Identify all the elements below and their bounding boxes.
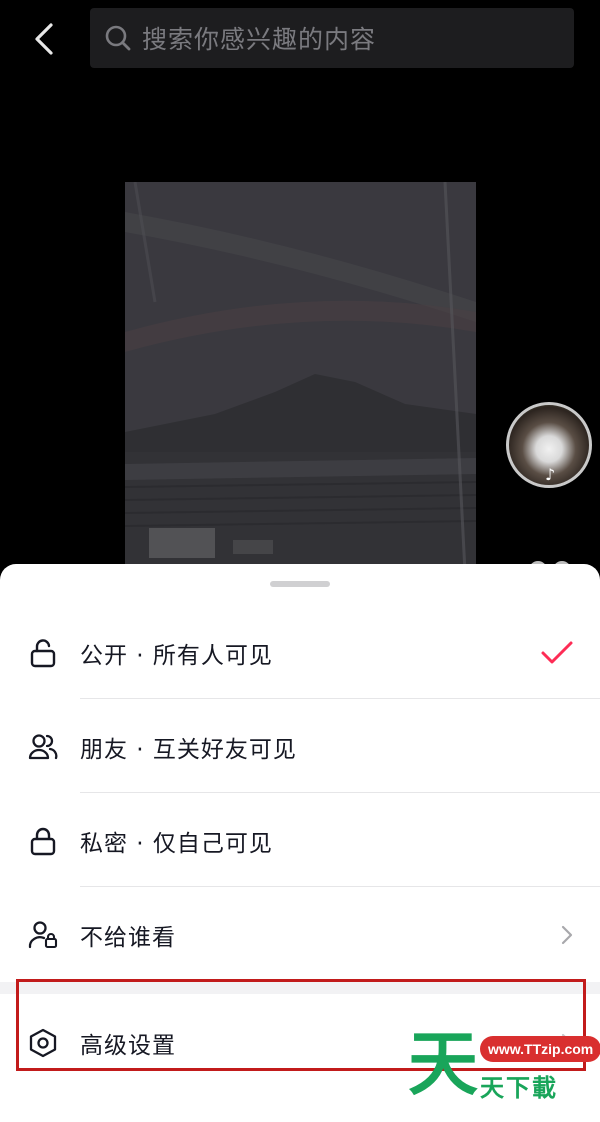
user-block-icon <box>28 920 58 950</box>
watermark-text: 天下載 <box>480 1074 558 1102</box>
lock-open-icon <box>28 638 58 668</box>
friends-icon <box>28 732 58 762</box>
divider <box>80 792 600 793</box>
search-placeholder: 搜索你感兴趣的内容 <box>142 25 377 54</box>
option-label: 不给谁看 <box>80 925 176 951</box>
chevron-left-icon <box>35 23 53 55</box>
video-frame <box>125 182 476 572</box>
sheet-drag-handle[interactable] <box>270 581 330 587</box>
check-icon <box>540 640 574 666</box>
tiktok-note-icon: ♪ <box>545 465 556 484</box>
option-label: 私密 · 仅自己可见 <box>80 831 273 857</box>
hexagon-settings-icon <box>28 1028 58 1058</box>
back-button[interactable] <box>24 18 64 60</box>
divider <box>80 886 600 887</box>
search-icon <box>105 25 131 51</box>
option-private[interactable]: 私密 · 仅自己可见 <box>0 794 600 888</box>
option-friends[interactable]: 朋友 · 互关好友可见 <box>0 700 600 794</box>
site-watermark: 天 www.TTzip.com 天下載 <box>408 1022 600 1106</box>
section-gap <box>0 982 600 994</box>
option-public[interactable]: 公开 · 所有人可见 <box>0 606 600 700</box>
divider <box>80 698 600 699</box>
option-label: 朋友 · 互关好友可见 <box>80 737 297 763</box>
option-hide-from[interactable]: 不给谁看 <box>0 888 600 982</box>
watermark-logo-char: 天 <box>408 1023 478 1105</box>
search-input[interactable]: 搜索你感兴趣的内容 <box>90 8 574 68</box>
option-label: 公开 · 所有人可见 <box>80 643 273 669</box>
author-avatar[interactable]: ♪ <box>506 402 592 488</box>
screen: 搜索你感兴趣的内容 ♪ 公开 · 所有人可见 朋友 · 互关好友可见 私密 · … <box>0 0 600 1122</box>
option-label: 高级设置 <box>80 1033 176 1059</box>
chevron-right-icon <box>560 924 574 946</box>
lock-icon <box>28 826 58 856</box>
video-preview[interactable] <box>125 182 476 572</box>
watermark-url: www.TTzip.com <box>480 1036 600 1062</box>
